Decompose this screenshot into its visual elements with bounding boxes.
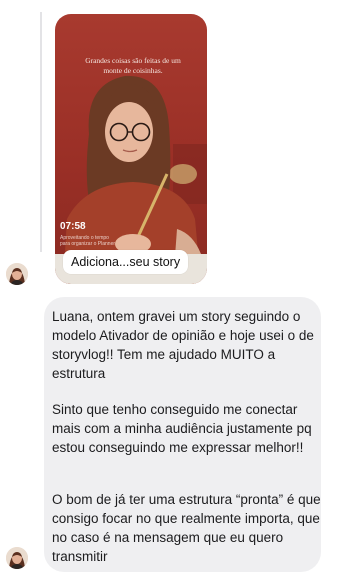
avatar-photo [6, 547, 28, 569]
avatar-photo [6, 263, 28, 285]
story-label-chip[interactable]: Adiciona...seu story [63, 250, 189, 274]
message-paragraph: Sinto que tenho conseguido me conectar m… [52, 402, 312, 455]
reply-thread-line [40, 12, 42, 252]
avatar[interactable] [6, 547, 28, 569]
message-paragraph: Luana, ontem gravei um story seguindo o … [52, 309, 314, 381]
story-caption-line2: para organizar o Planner [60, 241, 116, 247]
message-paragraph: O bom de já ter uma estrutura “pronta” é… [52, 492, 321, 564]
story-overlay-text: Grandes coisas são feitas de um monte de… [85, 56, 181, 75]
story-reply-preview[interactable]: Grandes coisas são feitas de um monte de… [55, 14, 207, 284]
story-time-text: 07:58 [60, 221, 86, 232]
avatar[interactable] [6, 263, 28, 285]
